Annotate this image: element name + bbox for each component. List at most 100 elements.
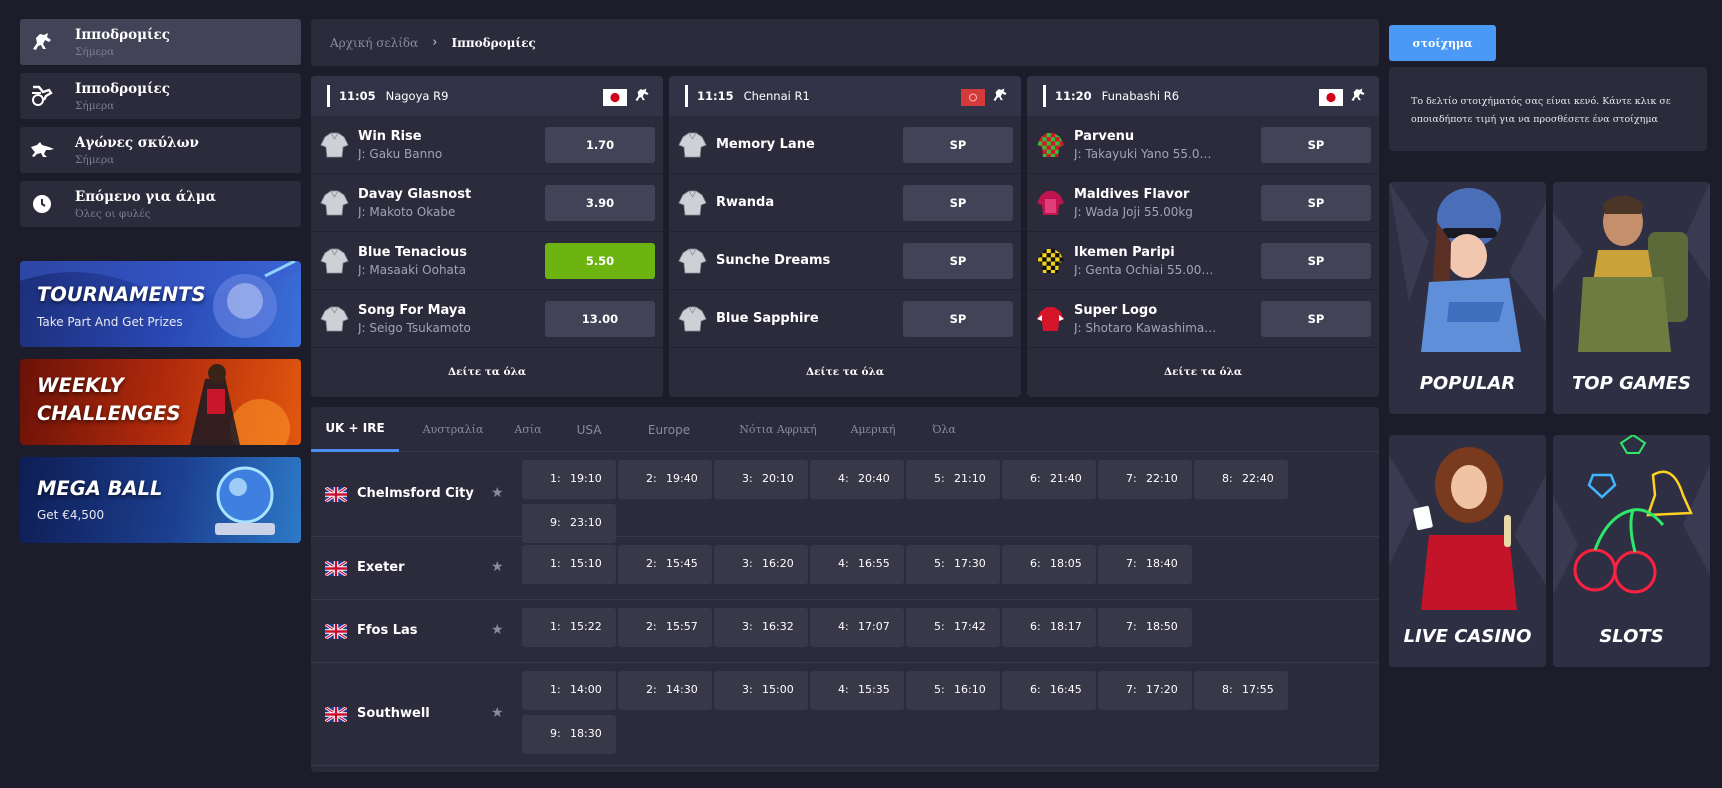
race-number: 2: xyxy=(646,557,657,570)
race-time-button[interactable]: 1: 15:10 xyxy=(522,545,616,584)
game-tile-top-games[interactable]: TOP GAMES xyxy=(1553,182,1710,414)
race-time-button[interactable]: 1: 15:22 xyxy=(522,608,616,647)
race-time-button[interactable]: 8: 17:55 xyxy=(1194,671,1288,710)
tab-region[interactable]: Όλα xyxy=(919,407,969,452)
race-start-time: 18:30 xyxy=(570,727,602,740)
race-number: 4: xyxy=(838,620,849,633)
star-icon[interactable]: ★ xyxy=(491,622,504,638)
race-time-button[interactable]: 1: 14:00 xyxy=(522,671,616,710)
breadcrumb-home-link[interactable]: Αρχική σελίδα xyxy=(330,36,418,50)
race-time-button[interactable]: 6: 16:45 xyxy=(1002,671,1096,710)
odds-button[interactable]: SP xyxy=(903,301,1013,337)
tab-region[interactable]: Αμερική xyxy=(841,407,905,452)
race-time-button[interactable]: 6: 18:17 xyxy=(1002,608,1096,647)
see-all-link[interactable]: Δείτε τα όλα xyxy=(1027,348,1379,395)
track-name[interactable]: Southwell xyxy=(357,706,430,721)
race-time-button[interactable]: 7: 17:20 xyxy=(1098,671,1192,710)
runner-name: Win Rise xyxy=(358,128,422,144)
race-time-button[interactable]: 3: 16:32 xyxy=(714,608,808,647)
race-time-button[interactable]: 6: 21:40 xyxy=(1002,460,1096,499)
runner-row: Memory Lane SP xyxy=(669,116,1021,174)
sidebar-item-horse-racing[interactable]: Ιπποδρομίες Σήμερα xyxy=(20,19,301,65)
race-number: 7: xyxy=(1126,620,1137,633)
race-time-button[interactable]: 5: 17:30 xyxy=(906,545,1000,584)
race-time-button[interactable]: 2: 15:45 xyxy=(618,545,712,584)
track-name[interactable]: Ffos Las xyxy=(357,623,418,638)
odds-button[interactable]: 13.00 xyxy=(545,301,655,337)
game-tile-slots[interactable]: SLOTS xyxy=(1553,435,1710,667)
race-start-time: 21:40 xyxy=(1050,472,1082,485)
race-time-button[interactable]: 5: 16:10 xyxy=(906,671,1000,710)
race-time-button[interactable]: 3: 15:00 xyxy=(714,671,808,710)
race-card-header[interactable]: 11:15 Chennai R1 xyxy=(669,76,1021,116)
odds-button[interactable]: SP xyxy=(1261,243,1371,279)
odds-button[interactable]: 3.90 xyxy=(545,185,655,221)
sidebar-item-harness-racing[interactable]: Ιπποδρομίες Σήμερα xyxy=(20,73,301,119)
odds-button[interactable]: SP xyxy=(903,185,1013,221)
promo-weekly-challenges[interactable]: WEEKLY CHALLENGES xyxy=(20,359,301,445)
promo-mega-ball[interactable]: MEGA BALL Get €4,500 xyxy=(20,457,301,543)
runner-jockey: J: Masaaki Oohata xyxy=(358,262,466,277)
betslip-tab[interactable]: στοίχημα xyxy=(1389,25,1496,61)
star-icon[interactable]: ★ xyxy=(491,485,504,501)
race-start-time: 15:22 xyxy=(570,620,602,633)
race-time-button[interactable]: 4: 15:35 xyxy=(810,671,904,710)
race-time-button[interactable]: 4: 20:40 xyxy=(810,460,904,499)
tab-region[interactable]: Νότια Αφρική xyxy=(723,407,833,452)
odds-button[interactable]: 5.50 xyxy=(545,243,655,279)
tab-region[interactable]: Αυστραλία xyxy=(411,407,495,452)
race-start-time: 15:57 xyxy=(666,620,698,633)
race-start-time: 18:50 xyxy=(1146,620,1178,633)
race-time-button[interactable]: 3: 16:20 xyxy=(714,545,808,584)
odds-button[interactable]: SP xyxy=(1261,301,1371,337)
runner-row: Sunche Dreams SP xyxy=(669,232,1021,290)
odds-button[interactable]: SP xyxy=(1261,185,1371,221)
race-time-button[interactable]: 8: 22:40 xyxy=(1194,460,1288,499)
race-number: 1: xyxy=(550,683,561,696)
odds-button[interactable]: 1.70 xyxy=(545,127,655,163)
race-card: 11:20 Funabashi R6 Parvenu J: Takayuki Yano… xyxy=(1027,76,1379,397)
race-time-button[interactable]: 5: 21:10 xyxy=(906,460,1000,499)
tab-region[interactable]: Europe xyxy=(629,407,709,452)
race-time-button[interactable]: 9: 18:30 xyxy=(522,715,616,754)
race-time: 11:05 xyxy=(339,89,376,103)
race-time-button[interactable]: 2: 15:57 xyxy=(618,608,712,647)
race-time-button[interactable]: 5: 17:42 xyxy=(906,608,1000,647)
race-number: 4: xyxy=(838,472,849,485)
race-start-time: 20:40 xyxy=(858,472,890,485)
race-time-button[interactable]: 6: 18:05 xyxy=(1002,545,1096,584)
game-tile-live-casino[interactable]: LIVE CASINO xyxy=(1389,435,1546,667)
race-card-header[interactable]: 11:20 Funabashi R6 xyxy=(1027,76,1379,116)
race-time-button[interactable]: 4: 16:55 xyxy=(810,545,904,584)
odds-button[interactable]: SP xyxy=(1261,127,1371,163)
odds-button[interactable]: SP xyxy=(903,127,1013,163)
sidebar-item-next-to-jump[interactable]: Επόμενο για άλμα Όλες οι φυλές xyxy=(20,181,301,227)
tab-region[interactable]: UK + IRE xyxy=(311,407,399,452)
tab-region[interactable]: USA xyxy=(561,407,617,452)
game-tile-popular[interactable]: POPULAR xyxy=(1389,182,1546,414)
race-time-button[interactable]: 3: 20:10 xyxy=(714,460,808,499)
race-time-button[interactable]: 4: 17:07 xyxy=(810,608,904,647)
race-time-button[interactable]: 2: 19:40 xyxy=(618,460,712,499)
horse-racing-icon xyxy=(1349,87,1367,107)
sidebar-item-greyhounds[interactable]: Αγώνες σκύλων Σήμερα xyxy=(20,127,301,173)
track-name[interactable]: Exeter xyxy=(357,560,405,575)
race-card: 11:05 Nagoya R9 Win Rise J: Gaku Banno 1.70 D… xyxy=(311,76,663,397)
tab-region[interactable]: Ασία xyxy=(503,407,553,452)
race-card-header[interactable]: 11:05 Nagoya R9 xyxy=(311,76,663,116)
odds-button[interactable]: SP xyxy=(903,243,1013,279)
race-time-button[interactable]: 7: 18:40 xyxy=(1098,545,1192,584)
promo-tournaments[interactable]: TOURNAMENTS Take Part And Get Prizes xyxy=(20,261,301,347)
track-name[interactable]: Chelmsford City xyxy=(357,486,474,501)
see-all-link[interactable]: Δείτε τα όλα xyxy=(669,348,1021,395)
star-icon[interactable]: ★ xyxy=(491,705,504,721)
star-icon[interactable]: ★ xyxy=(491,559,504,575)
runner-name: Blue Tenacious xyxy=(358,244,468,260)
see-all-link[interactable]: Δείτε τα όλα xyxy=(311,348,663,395)
race-time-button[interactable]: 1: 19:10 xyxy=(522,460,616,499)
race-start-time: 19:40 xyxy=(666,472,698,485)
jockey-silk-icon xyxy=(1035,187,1066,218)
race-time-button[interactable]: 7: 18:50 xyxy=(1098,608,1192,647)
race-time-button[interactable]: 2: 14:30 xyxy=(618,671,712,710)
race-time-button[interactable]: 7: 22:10 xyxy=(1098,460,1192,499)
